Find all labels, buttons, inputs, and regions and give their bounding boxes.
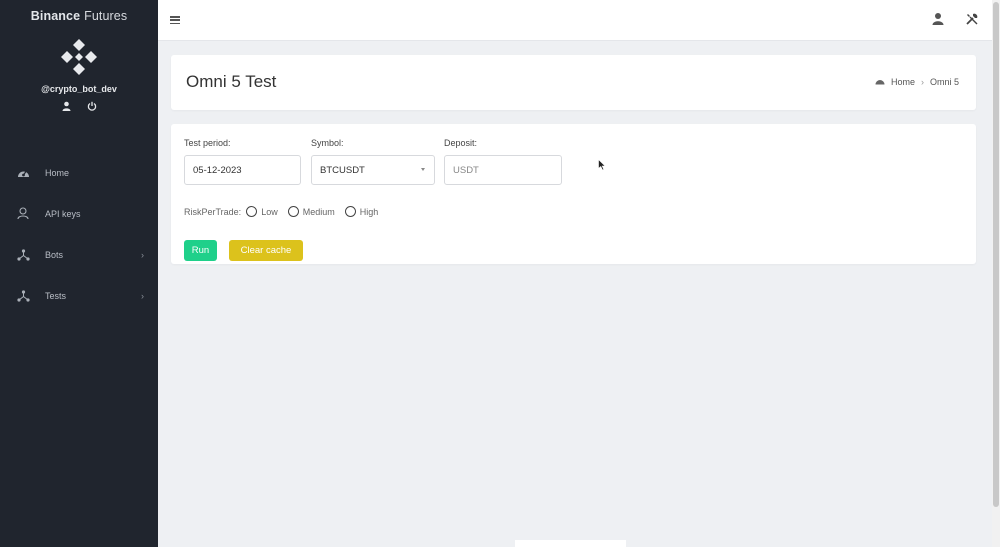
breadcrumb-home[interactable]: Home bbox=[891, 77, 915, 87]
scrollbar-thumb[interactable] bbox=[993, 2, 999, 507]
power-icon[interactable] bbox=[86, 100, 98, 112]
sidebar-item-label: Home bbox=[45, 167, 70, 178]
user-icon[interactable] bbox=[932, 12, 944, 30]
page-header-card: Omni 5 Test Home › Omni 5 bbox=[171, 55, 976, 110]
tools-icon[interactable] bbox=[965, 12, 979, 31]
sidebar-item-tests[interactable]: Tests › bbox=[0, 275, 158, 316]
radio-circle bbox=[246, 206, 258, 217]
risk-radio-high[interactable]: High bbox=[344, 206, 379, 217]
user-actions bbox=[0, 100, 158, 112]
risk-radio-low[interactable]: Low bbox=[246, 206, 278, 217]
radio-circle bbox=[287, 206, 299, 217]
brand[interactable]: Binance Futures bbox=[0, 0, 158, 32]
dashboard-icon bbox=[16, 166, 30, 180]
sidebar: Binance Futures @crypto_bot_dev Home API… bbox=[0, 0, 158, 547]
chevron-right-icon: › bbox=[141, 290, 144, 301]
sidebar-item-bots[interactable]: Bots › bbox=[0, 234, 158, 275]
risk-per-trade-group: RiskPerTrade: Low Medium High bbox=[184, 206, 388, 217]
chevron-right-icon: › bbox=[141, 249, 144, 260]
user-icon[interactable] bbox=[60, 100, 72, 112]
symbol-select[interactable]: BTCUSDT bbox=[311, 155, 435, 185]
run-button[interactable]: Run bbox=[184, 240, 217, 261]
sidebar-item-api-keys[interactable]: API keys bbox=[0, 193, 158, 234]
deposit-label: Deposit: bbox=[444, 138, 478, 148]
mouse-cursor-icon bbox=[598, 158, 606, 176]
brand-rest: Futures bbox=[84, 9, 128, 23]
radio-label: Low bbox=[261, 206, 278, 217]
chevron-down-icon bbox=[421, 168, 425, 171]
dashboard-icon bbox=[875, 77, 885, 87]
symbol-label: Symbol: bbox=[311, 138, 344, 148]
sidebar-item-label: API keys bbox=[45, 208, 81, 219]
symbol-value: BTCUSDT bbox=[320, 164, 365, 176]
radio-label: High bbox=[359, 206, 379, 217]
topbar bbox=[158, 0, 992, 41]
key-user-icon bbox=[16, 207, 30, 221]
test-period-input[interactable]: 05-12-2023 bbox=[184, 155, 301, 185]
binance-logo-icon bbox=[0, 36, 158, 78]
sidebar-item-home[interactable]: Home bbox=[0, 152, 158, 193]
hamburger-menu-icon[interactable] bbox=[170, 14, 180, 26]
breadcrumb-separator: › bbox=[920, 77, 924, 87]
sidebar-nav: Home API keys Bots › Tests › bbox=[0, 152, 158, 316]
test-form-card: Test period: 05-12-2023 Symbol: BTCUSDT … bbox=[171, 124, 976, 264]
network-icon bbox=[16, 248, 30, 262]
deposit-input[interactable]: USDT bbox=[444, 155, 562, 185]
breadcrumb-current: Omni 5 bbox=[929, 77, 959, 87]
username: @crypto_bot_dev bbox=[41, 84, 117, 94]
risk-label: RiskPerTrade: bbox=[184, 206, 242, 217]
sidebar-item-label: Bots bbox=[45, 249, 64, 260]
test-period-label: Test period: bbox=[184, 138, 231, 148]
brand-bold: Binance bbox=[30, 9, 81, 23]
radio-label: Medium bbox=[302, 206, 335, 217]
risk-radio-medium[interactable]: Medium bbox=[287, 206, 335, 217]
sidebar-item-label: Tests bbox=[45, 290, 67, 301]
network-icon bbox=[16, 289, 30, 303]
radio-circle bbox=[344, 206, 356, 217]
clear-cache-button[interactable]: Clear cache bbox=[229, 240, 303, 261]
bottom-tab-strip bbox=[515, 540, 626, 547]
page-title: Omni 5 Test bbox=[186, 72, 277, 91]
breadcrumb: Home › Omni 5 bbox=[875, 77, 959, 87]
